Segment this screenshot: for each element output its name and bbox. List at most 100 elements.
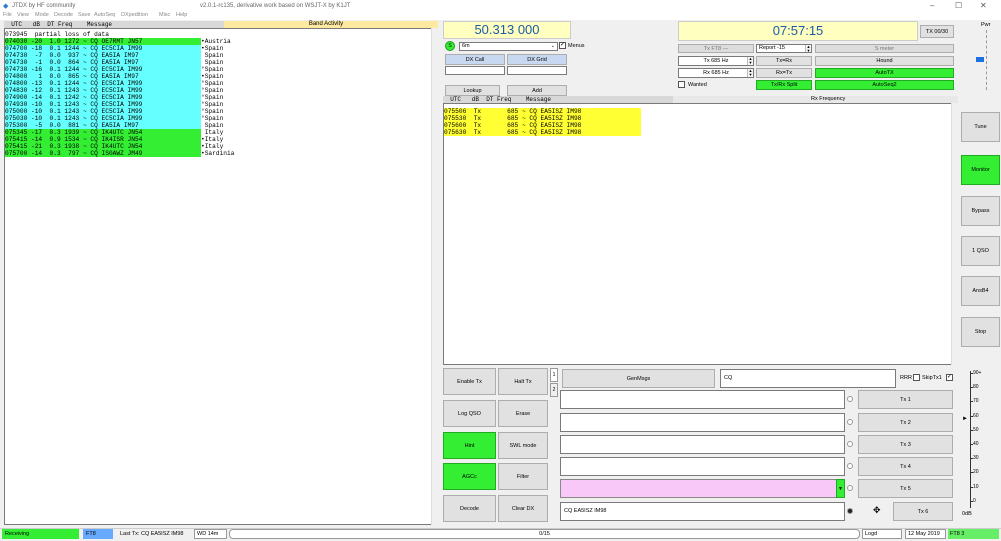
log-qso-button[interactable]: Log QSO — [443, 400, 496, 427]
band-activity-row[interactable]: 075415 -21 0.3 1938 ~ CQ IK4UTC JN54 •Ita… — [5, 143, 437, 150]
erase-button[interactable]: Erase — [498, 400, 548, 427]
band-activity-row[interactable]: 075300 -5 0.0 881 ~ CQ EA5IA IM97 Spain — [5, 122, 437, 129]
dx-call-input[interactable] — [445, 66, 505, 75]
menu-file[interactable]: File — [3, 12, 12, 18]
pwr-slider[interactable] — [986, 30, 989, 90]
menu-view[interactable]: View — [17, 12, 29, 18]
autoseq-button[interactable]: AutoSeq2 — [815, 80, 954, 90]
maximize-icon[interactable]: ☐ — [955, 1, 962, 10]
tx1-input[interactable] — [560, 390, 845, 409]
tx-freq-spin[interactable]: Tx 685 Hz ▲ ▼ — [678, 56, 754, 66]
tab-2[interactable]: 2 — [550, 383, 558, 397]
rx-row[interactable]: 075630 Tx 685 ~ CQ EA5ISZ IM98 — [444, 129, 641, 136]
band-activity-row[interactable]: 075000 -10 0.1 1243 ~ CQ EC5CIA IM99 °Spa… — [5, 108, 437, 115]
halt-tx-button[interactable]: Halt Tx — [498, 368, 548, 395]
band-scrollbar[interactable] — [431, 28, 438, 525]
filter-button[interactable]: Filter — [498, 463, 548, 490]
band-activity-row[interactable]: 074900 -14 0.1 1242 ~ CQ EC5CIA IM99 °Spa… — [5, 94, 437, 101]
lookup-button[interactable]: Lookup — [445, 85, 500, 96]
stop-button[interactable]: Stop — [961, 317, 1000, 347]
tx5-input[interactable] — [560, 479, 838, 498]
agcc-button[interactable]: AGCc — [443, 463, 496, 490]
genmsgs-button[interactable]: GenMsgs — [562, 369, 715, 388]
ansb4-button[interactable]: AnsB4 — [961, 276, 1000, 306]
tx6-button[interactable]: Tx 6 — [893, 502, 953, 521]
cq-input[interactable]: CQ — [720, 369, 896, 388]
band-select[interactable]: 6m ⌄ — [459, 42, 558, 51]
close-icon[interactable]: ✕ — [980, 1, 987, 10]
skiptx1-checkbox[interactable]: ✓ — [946, 374, 953, 381]
tx4-button[interactable]: Tx 4 — [858, 457, 953, 476]
band-activity-row[interactable]: 075030 -10 0.1 1243 ~ CQ EC5CIA IM99 °Spa… — [5, 115, 437, 122]
tx2-radio[interactable] — [847, 419, 853, 425]
tx2-button[interactable]: Tx 2 — [858, 413, 953, 432]
move-icon[interactable]: ✥ — [873, 505, 881, 516]
menu-mode[interactable]: Mode — [35, 12, 49, 18]
hound-button[interactable]: Hound — [815, 56, 954, 66]
tab-1[interactable]: 1 — [550, 368, 558, 382]
menu-save[interactable]: Save — [78, 12, 91, 18]
tx3-button[interactable]: Tx 3 — [858, 435, 953, 454]
tx1-button[interactable]: Tx 1 — [858, 390, 953, 409]
rx-eq-tx-button[interactable]: Rx=Tx — [756, 68, 812, 78]
rx-row[interactable]: 075530 Tx 685 ~ CQ EA5ISZ IM98 — [444, 115, 641, 122]
menu-dxpedition[interactable]: DXpedition — [121, 12, 148, 18]
band-activity-row[interactable]: 075415 -14 0.9 1534 ~ CQ IK4ISR JN54 •Ita… — [5, 136, 437, 143]
band-activity-row[interactable]: 073945 partial loss of data — [5, 31, 437, 38]
band-activity-row[interactable]: 074700 -18 0.1 1244 ~ CQ EC5CIA IM99 •Spa… — [5, 45, 437, 52]
band-activity-row[interactable]: 074730 -16 0.1 1244 ~ CQ EC5CIA IM99 °Spa… — [5, 66, 437, 73]
tx6-input[interactable]: CQ EA5ISZ IM98 — [560, 502, 845, 521]
menu-help[interactable]: Help — [176, 12, 187, 18]
tune-button[interactable]: Tune — [961, 112, 1000, 142]
dx-grid-input[interactable] — [507, 66, 567, 75]
band-activity-list[interactable]: 073945 partial loss of data 074030 -20 1.… — [4, 28, 438, 525]
tx5-radio[interactable] — [847, 485, 853, 491]
tx6-radio[interactable] — [847, 508, 853, 514]
band-activity-row[interactable]: 074800 -13 0.1 1244 ~ CQ EC5CIA IM99 °Spa… — [5, 80, 437, 87]
tx-mode-button[interactable]: Tx FT8 — — [678, 44, 754, 53]
band-activity-row[interactable]: 075700 -14 0.3 797 ~ CQ IS0AWZ JM49 •Sard… — [5, 150, 437, 157]
tx3-radio[interactable] — [847, 441, 853, 447]
band-activity-row[interactable]: 074800 1 0.0 865 ~ CQ EA5IA IM97 •Spain — [5, 73, 437, 80]
s-meter-button[interactable]: S meter — [815, 44, 954, 53]
swl-mode-button[interactable]: SWL mode — [498, 432, 548, 459]
band-activity-row[interactable]: 074030 -20 1.0 1272 ~ CQ OE7RMT JN57 •Aus… — [5, 38, 437, 45]
tx-counter-button[interactable]: TX 00/30 — [920, 25, 954, 38]
rx-row[interactable]: 075600 Tx 685 ~ CQ EA5ISZ IM98 — [444, 122, 641, 129]
one-qso-button[interactable]: 1 QSO — [961, 236, 1000, 266]
tx5-button[interactable]: Tx 5 — [858, 479, 953, 498]
split-button[interactable]: Tx/Rx Split — [756, 80, 812, 90]
band-activity-row[interactable]: 074730 -1 0.0 864 ~ CQ EA5IA IM97 Spain — [5, 59, 437, 66]
band-activity-row[interactable]: 075345 -17 0.3 1939 ~ CQ IK4UTC JN54 Ita… — [5, 129, 437, 136]
bypass-button[interactable]: Bypass — [961, 196, 1000, 226]
tx3-input[interactable] — [560, 435, 845, 454]
minimize-icon[interactable]: – — [930, 1, 934, 10]
rrr-checkbox[interactable] — [913, 374, 920, 381]
band-activity-row[interactable]: 074730 -7 0.0 937 ~ CQ EA5IA IM97 Spain — [5, 52, 437, 59]
tx4-radio[interactable] — [847, 463, 853, 469]
decode-button[interactable]: Decode — [443, 495, 496, 522]
hint-button[interactable]: Hint — [443, 432, 496, 459]
tx1-radio[interactable] — [847, 396, 853, 402]
rx-scrollbar[interactable] — [951, 103, 958, 365]
menu-decode[interactable]: Decode — [54, 12, 73, 18]
tx4-input[interactable] — [560, 457, 845, 476]
band-activity-row[interactable]: 074930 -10 0.1 1243 ~ CQ EC5CIA IM99 °Spa… — [5, 101, 437, 108]
pwr-slider-handle-icon[interactable] — [976, 57, 984, 62]
rx-frequency-list[interactable]: 075506 Tx 685 ~ CQ EA5ISZ IM98 075530 Tx … — [443, 103, 958, 365]
monitor-button[interactable]: Monitor — [961, 155, 1000, 185]
menu-misc[interactable]: Misc — [159, 12, 170, 18]
enable-tx-button[interactable]: Enable Tx — [443, 368, 496, 395]
wanted-checkbox[interactable] — [678, 81, 685, 88]
band-activity-row[interactable]: 074830 -12 0.1 1243 ~ CQ EC5CIA IM99 °Spa… — [5, 87, 437, 94]
tx2-input[interactable] — [560, 413, 845, 432]
clear-dx-button[interactable]: Clear DX — [498, 495, 548, 522]
add-button[interactable]: Add — [507, 85, 567, 96]
autotx-button[interactable]: AutoTX — [815, 68, 954, 78]
rx-row[interactable]: 075506 Tx 685 ~ CQ EA5ISZ IM98 — [444, 108, 641, 115]
report-spin[interactable]: Report -15 ▲ ▼ — [756, 44, 812, 53]
tx5-dropdown[interactable]: ▼ — [836, 479, 845, 498]
tx-eq-rx-button[interactable]: Tx=Rx — [756, 56, 812, 66]
rx-freq-spin[interactable]: Rx 685 Hz ▲ ▼ — [678, 68, 754, 78]
menus-checkbox[interactable]: ✓ — [559, 42, 566, 49]
